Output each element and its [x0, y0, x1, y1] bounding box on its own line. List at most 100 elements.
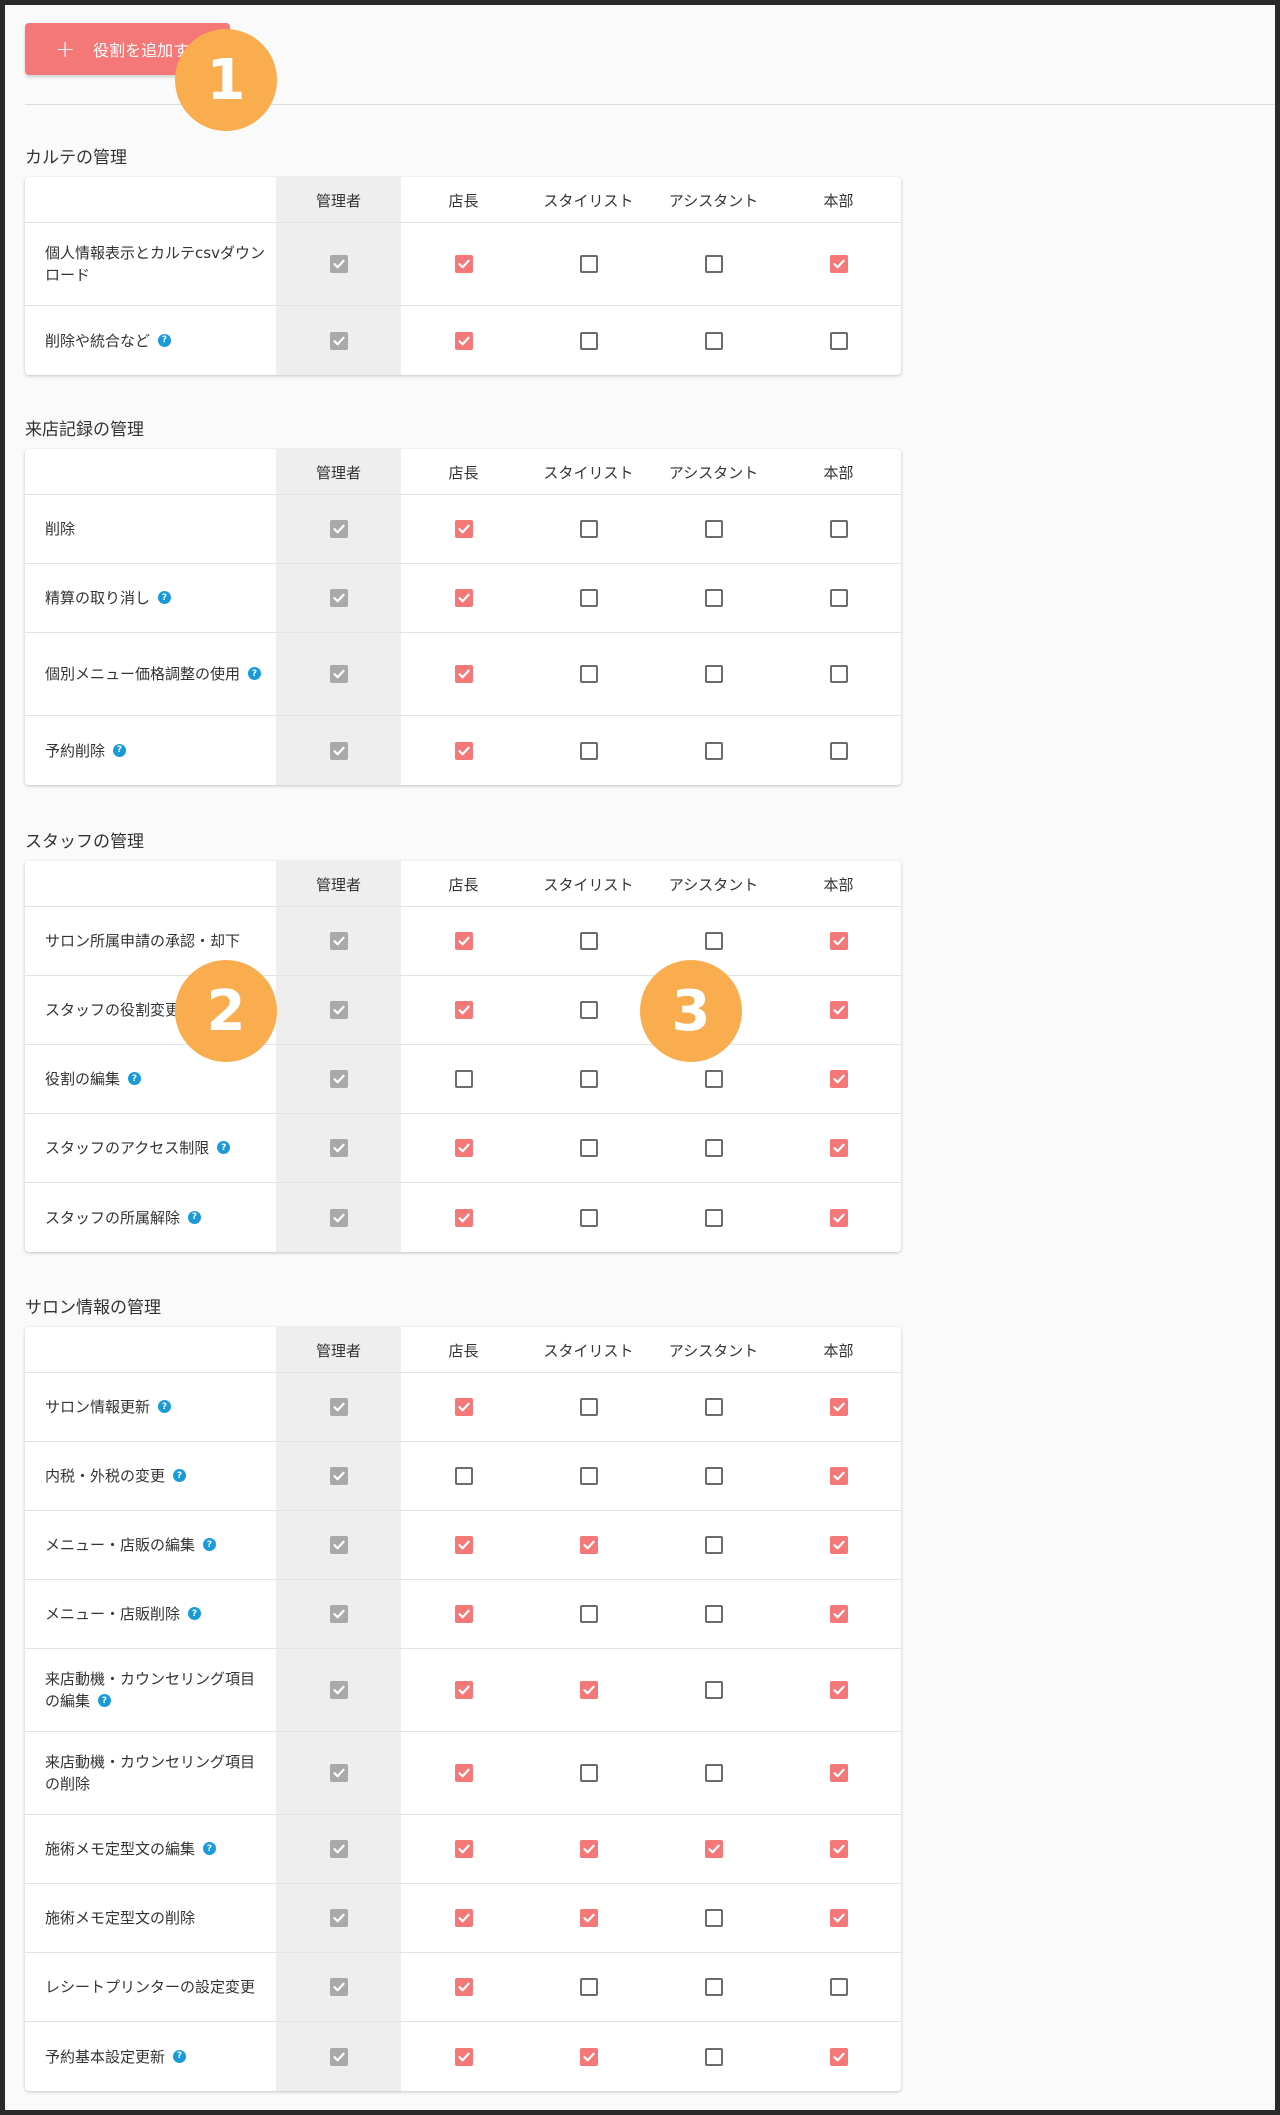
checkbox-unchecked[interactable]: [829, 520, 848, 538]
help-icon[interactable]: ?: [128, 1072, 142, 1085]
checkbox-checked[interactable]: [829, 1001, 848, 1019]
checkbox-checked[interactable]: [579, 1840, 598, 1858]
checkbox-unchecked[interactable]: [704, 1605, 723, 1623]
checkbox-unchecked[interactable]: [579, 1605, 598, 1623]
help-icon[interactable]: ?: [158, 591, 172, 604]
checkbox-checked[interactable]: [829, 255, 848, 273]
checkbox-disabled-checked: [329, 665, 348, 683]
checkbox-checked[interactable]: [454, 1208, 473, 1227]
checkbox-unchecked[interactable]: [704, 1208, 723, 1227]
checkbox-unchecked[interactable]: [704, 1467, 723, 1485]
checkbox-checked[interactable]: [454, 1398, 473, 1416]
checkbox-cell: [651, 564, 776, 632]
checkbox-unchecked[interactable]: [704, 932, 723, 950]
checkbox-unchecked[interactable]: [579, 665, 598, 683]
checkbox-unchecked[interactable]: [704, 1909, 723, 1927]
checkbox-checked[interactable]: [454, 1978, 473, 1996]
checkbox-unchecked[interactable]: [579, 1139, 598, 1157]
checkbox-unchecked[interactable]: [704, 331, 723, 350]
checkbox-unchecked[interactable]: [704, 1681, 723, 1699]
checkbox-checked[interactable]: [454, 741, 473, 760]
checkbox-unchecked[interactable]: [454, 1070, 473, 1088]
checkbox-unchecked[interactable]: [704, 1536, 723, 1554]
checkbox-unchecked[interactable]: [579, 331, 598, 350]
help-icon[interactable]: ?: [158, 333, 172, 347]
checkbox-unchecked[interactable]: [704, 1070, 723, 1088]
checkbox-checked[interactable]: [454, 1001, 473, 1019]
checkbox-unchecked[interactable]: [704, 1764, 723, 1782]
checkbox-checked[interactable]: [454, 665, 473, 683]
checkbox-unchecked[interactable]: [579, 1764, 598, 1782]
checkbox-checked[interactable]: [829, 1398, 848, 1416]
checkbox-unchecked[interactable]: [829, 665, 848, 683]
checkbox-checked[interactable]: [454, 1605, 473, 1623]
checkbox-unchecked[interactable]: [829, 1978, 848, 1996]
checkbox-unchecked[interactable]: [579, 589, 598, 607]
checkbox-unchecked[interactable]: [579, 1001, 598, 1019]
help-icon[interactable]: ?: [188, 1210, 202, 1224]
checkbox-unchecked[interactable]: [829, 589, 848, 607]
checkbox-unchecked[interactable]: [829, 741, 848, 760]
checkbox-unchecked[interactable]: [579, 255, 598, 273]
checkbox-checked[interactable]: [829, 1467, 848, 1485]
checkbox-checked[interactable]: [829, 1681, 848, 1699]
checkbox-checked[interactable]: [829, 932, 848, 950]
checkbox-unchecked[interactable]: [704, 665, 723, 683]
checkbox-unchecked[interactable]: [704, 1978, 723, 1996]
checkbox-checked[interactable]: [454, 1139, 473, 1157]
checkbox-unchecked[interactable]: [579, 741, 598, 760]
table-header-row: 管理者 店長 スタイリスト アシスタント 本部: [25, 861, 901, 907]
checkbox-unchecked[interactable]: [579, 1208, 598, 1227]
checkbox-unchecked[interactable]: [579, 1398, 598, 1416]
checkbox-checked[interactable]: [454, 1681, 473, 1699]
checkbox-unchecked[interactable]: [579, 1467, 598, 1485]
checkbox-checked[interactable]: [454, 255, 473, 273]
checkbox-unchecked[interactable]: [704, 520, 723, 538]
checkbox-checked[interactable]: [579, 1681, 598, 1699]
help-icon[interactable]: ?: [248, 667, 262, 680]
checkbox-unchecked[interactable]: [829, 331, 848, 350]
help-icon[interactable]: ?: [203, 1842, 217, 1855]
checkbox-checked[interactable]: [704, 1840, 723, 1858]
checkbox-unchecked[interactable]: [704, 1139, 723, 1157]
help-icon[interactable]: ?: [203, 1538, 217, 1551]
checkbox-checked[interactable]: [454, 589, 473, 607]
checkbox-checked[interactable]: [454, 1536, 473, 1554]
help-icon[interactable]: ?: [217, 1141, 231, 1154]
help-icon[interactable]: ?: [173, 1469, 187, 1482]
checkbox-checked[interactable]: [829, 1139, 848, 1157]
checkbox-unchecked[interactable]: [704, 2047, 723, 2066]
checkbox-checked[interactable]: [579, 1909, 598, 1927]
help-icon[interactable]: ?: [173, 2049, 187, 2063]
checkbox-checked[interactable]: [454, 331, 473, 350]
checkbox-checked[interactable]: [829, 1070, 848, 1088]
checkbox-unchecked[interactable]: [454, 1467, 473, 1485]
checkbox-checked[interactable]: [454, 520, 473, 538]
checkbox-unchecked[interactable]: [579, 1978, 598, 1996]
checkbox-unchecked[interactable]: [579, 1070, 598, 1088]
checkbox-checked[interactable]: [454, 2047, 473, 2066]
checkbox-unchecked[interactable]: [704, 255, 723, 273]
checkbox-checked[interactable]: [454, 1909, 473, 1927]
checkbox-checked[interactable]: [829, 1909, 848, 1927]
checkbox-checked[interactable]: [454, 1764, 473, 1782]
checkbox-checked[interactable]: [454, 1840, 473, 1858]
checkbox-checked[interactable]: [829, 1764, 848, 1782]
checkbox-unchecked[interactable]: [579, 520, 598, 538]
checkbox-checked[interactable]: [829, 2047, 848, 2066]
checkbox-checked[interactable]: [579, 2047, 598, 2066]
help-icon[interactable]: ?: [158, 1400, 172, 1413]
help-icon[interactable]: ?: [98, 1694, 112, 1707]
checkbox-checked[interactable]: [579, 1536, 598, 1554]
help-icon[interactable]: ?: [113, 743, 127, 757]
checkbox-unchecked[interactable]: [704, 741, 723, 760]
checkbox-unchecked[interactable]: [704, 1398, 723, 1416]
checkbox-checked[interactable]: [829, 1536, 848, 1554]
checkbox-checked[interactable]: [829, 1840, 848, 1858]
checkbox-unchecked[interactable]: [579, 932, 598, 950]
checkbox-unchecked[interactable]: [704, 589, 723, 607]
checkbox-checked[interactable]: [454, 932, 473, 950]
checkbox-checked[interactable]: [829, 1605, 848, 1623]
checkbox-checked[interactable]: [829, 1208, 848, 1227]
help-icon[interactable]: ?: [188, 1607, 202, 1620]
